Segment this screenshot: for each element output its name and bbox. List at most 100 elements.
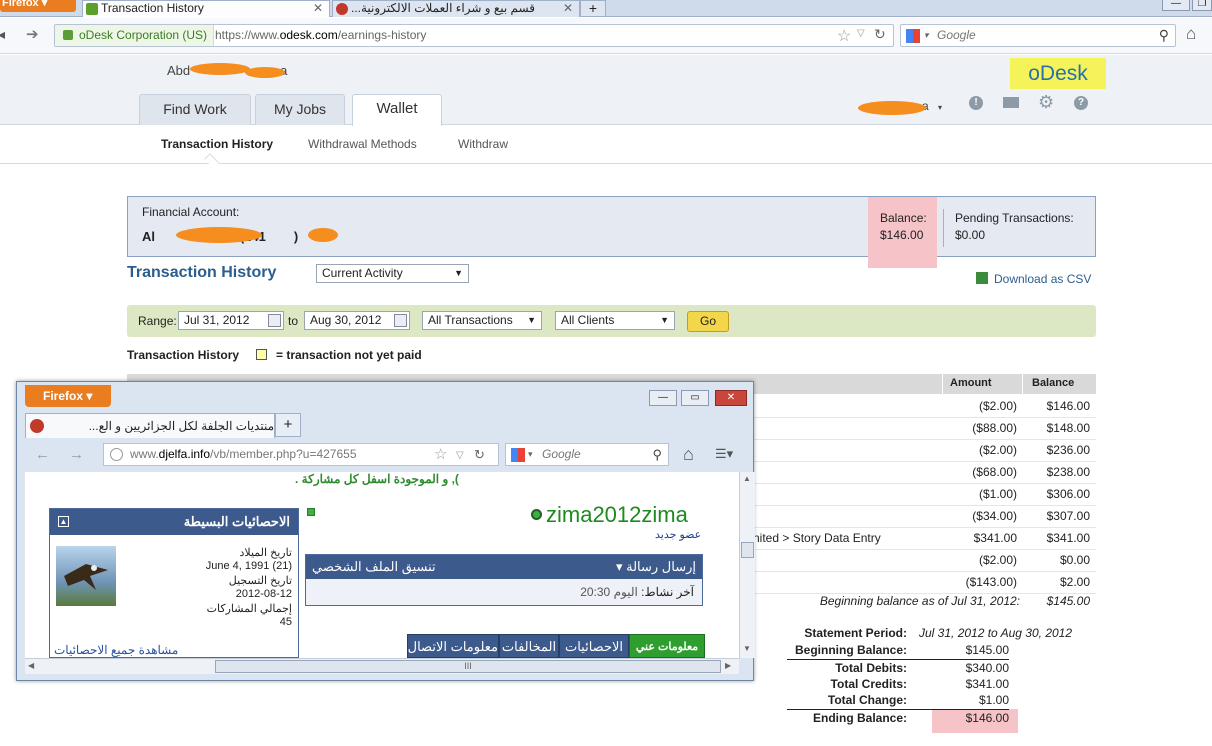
odesk-logo[interactable]: oDesk: [1010, 58, 1106, 89]
minimize-button[interactable]: —: [649, 390, 677, 406]
row-description: nited > Story Data Entry: [753, 531, 881, 545]
calendar-icon[interactable]: [268, 314, 281, 327]
tab-about[interactable]: معلومات عني: [629, 634, 705, 658]
subnav-withdrawal-methods[interactable]: Withdrawal Methods: [308, 137, 417, 151]
back-icon[interactable]: ←: [35, 446, 50, 463]
tab-transaction-history[interactable]: Transaction History ✕: [82, 0, 330, 17]
new-tab-button[interactable]: +: [580, 0, 606, 17]
birth-value: June 4, 1991 (21): [205, 560, 292, 572]
scroll-up-icon[interactable]: ▲: [743, 474, 751, 483]
row-balance: $341.00: [1046, 531, 1090, 545]
search-icon[interactable]: ⚲: [652, 444, 662, 465]
home-icon[interactable]: ⌂: [683, 444, 694, 465]
amount-header[interactable]: Amount: [950, 377, 992, 389]
chevron-down-icon: ▾: [938, 103, 943, 112]
close-tab-icon[interactable]: ✕: [313, 1, 323, 16]
profile-username: zima2012zima: [531, 502, 688, 528]
profile-coordination[interactable]: تنسيق الملف الشخصي: [312, 555, 436, 579]
search-bar[interactable]: ▾ Google ⚲: [900, 24, 1176, 47]
scroll-thumb[interactable]: [741, 542, 754, 558]
row-amount: ($143.00): [965, 575, 1017, 589]
url-bar[interactable]: www.djelfa.info/vb/member.php?u=427655 ☆…: [103, 443, 499, 466]
divider: [943, 209, 944, 247]
forum-favicon-icon: [30, 419, 44, 433]
back-icon[interactable]: ◂: [0, 26, 5, 43]
download-csv-link[interactable]: Download as CSV: [976, 272, 1091, 286]
restore-button[interactable]: ❐: [1192, 0, 1212, 11]
gear-icon[interactable]: ⚙: [1038, 92, 1054, 113]
row-balance: $148.00: [1046, 421, 1090, 435]
alert-icon[interactable]: !: [969, 96, 983, 110]
scroll-down-icon[interactable]: ▼: [743, 644, 751, 653]
chevron-down-icon: ▼: [454, 268, 463, 278]
tab-djelfa-forum[interactable]: منتديات الجلفة لكل الجزائريين و الع...: [25, 413, 275, 438]
tab-find-work[interactable]: Find Work: [139, 94, 251, 125]
search-bar[interactable]: ▾ Google ⚲: [505, 443, 669, 466]
search-icon[interactable]: ⚲: [1159, 25, 1169, 46]
balance-header[interactable]: Balance: [1032, 377, 1074, 389]
scroll-thumb[interactable]: III: [215, 660, 721, 673]
tab-my-jobs[interactable]: My Jobs: [255, 94, 345, 125]
vertical-scrollbar[interactable]: ▲ ▼: [739, 472, 755, 658]
tab-infractions[interactable]: المخالفات: [499, 634, 559, 658]
minimize-button[interactable]: —: [1162, 0, 1190, 11]
tab-arabic-forum[interactable]: قسم بيع و شراء العملات الالكترونية... ✕: [332, 0, 580, 17]
history-dropdown-icon[interactable]: ▽: [857, 28, 865, 39]
simple-stats-box: الاحصائيات البسيطة ▲ تاريخ الميلاد June 4…: [49, 508, 299, 658]
forward-icon[interactable]: ➔: [26, 25, 39, 43]
subnav-transaction-history[interactable]: Transaction History: [161, 137, 273, 151]
activity-select[interactable]: Current Activity ▼: [316, 264, 469, 283]
legend-title: Transaction History: [127, 348, 240, 362]
restore-button[interactable]: ▭: [681, 390, 709, 406]
firefox-menu-button[interactable]: Firefox ▾: [0, 0, 76, 12]
subnav-withdraw[interactable]: Withdraw: [458, 137, 508, 151]
google-icon: [906, 29, 920, 43]
firefox-menu-button[interactable]: Firefox ▾: [25, 385, 111, 407]
reg-label: تاريخ التسجيل: [228, 575, 292, 587]
reload-icon[interactable]: ↻: [874, 26, 886, 43]
close-tab-icon[interactable]: ✕: [563, 1, 573, 16]
overlay-browser-window[interactable]: Firefox ▾ — ▭ ✕ منتديات الجلفة لكل الجزا…: [16, 381, 755, 681]
tab-stats[interactable]: الاحصائيات: [559, 634, 629, 658]
home-icon[interactable]: ⌂: [1186, 24, 1196, 44]
site-identity[interactable]: oDesk Corporation (US): [55, 25, 215, 46]
navigation-bar: ◂ ➔ oDesk Corporation (US) https://www.o…: [0, 18, 1212, 54]
financial-account-label: Financial Account:: [142, 205, 240, 219]
to-date-input[interactable]: Aug 30, 2012: [304, 311, 410, 330]
tab-contact[interactable]: معلومات الاتصال: [407, 634, 499, 658]
horizontal-scrollbar[interactable]: ◀ III ▶: [25, 658, 739, 674]
last-activity-label: آخر نشاط:: [641, 585, 694, 599]
row-balance: $146.00: [1046, 399, 1090, 413]
help-icon[interactable]: ?: [1074, 96, 1088, 110]
from-date-input[interactable]: Jul 31, 2012: [178, 311, 284, 330]
collapse-icon[interactable]: ▲: [58, 516, 69, 527]
mail-icon[interactable]: [1003, 97, 1019, 108]
profile-actions-box: تنسيق الملف الشخصي إرسال رسالة ▾ آخر نشا…: [305, 554, 703, 606]
new-tab-button[interactable]: +: [275, 413, 301, 437]
bookmark-star-icon[interactable]: ☆: [837, 26, 851, 46]
search-engine-dropdown-icon[interactable]: ▾: [924, 25, 929, 46]
row-balance: $306.00: [1046, 487, 1090, 501]
scroll-right-icon[interactable]: ▶: [725, 661, 731, 670]
go-button[interactable]: Go: [687, 311, 729, 332]
row-amount: ($68.00): [972, 465, 1017, 479]
bookmarks-menu-icon[interactable]: ☰▾: [715, 446, 733, 462]
transaction-type-select[interactable]: All Transactions ▼: [422, 311, 542, 330]
url-text[interactable]: https://www.odesk.com/earnings-history: [215, 25, 426, 46]
scroll-left-icon[interactable]: ◀: [28, 661, 34, 670]
history-dropdown-icon[interactable]: ▽: [456, 445, 464, 466]
search-engine-dropdown-icon[interactable]: ▾: [528, 444, 533, 465]
view-all-stats-link[interactable]: مشاهدة جميع الاحصائيات: [54, 643, 178, 657]
forward-icon[interactable]: →: [69, 446, 84, 463]
close-window-button[interactable]: ✕: [715, 390, 747, 406]
bookmark-star-icon[interactable]: ☆: [434, 444, 447, 465]
url-bar[interactable]: oDesk Corporation (US) https://www.odesk…: [54, 24, 894, 47]
client-select[interactable]: All Clients ▼: [555, 311, 675, 330]
send-message-button[interactable]: إرسال رسالة ▾: [616, 555, 696, 579]
calendar-icon[interactable]: [394, 314, 407, 327]
ending-label: Ending Balance:: [812, 711, 907, 725]
beginning-balance-value: $145.00: [1046, 594, 1090, 608]
reload-icon[interactable]: ↻: [474, 444, 485, 465]
firefox-label: Firefox: [2, 0, 39, 9]
tab-wallet[interactable]: Wallet: [352, 94, 442, 126]
